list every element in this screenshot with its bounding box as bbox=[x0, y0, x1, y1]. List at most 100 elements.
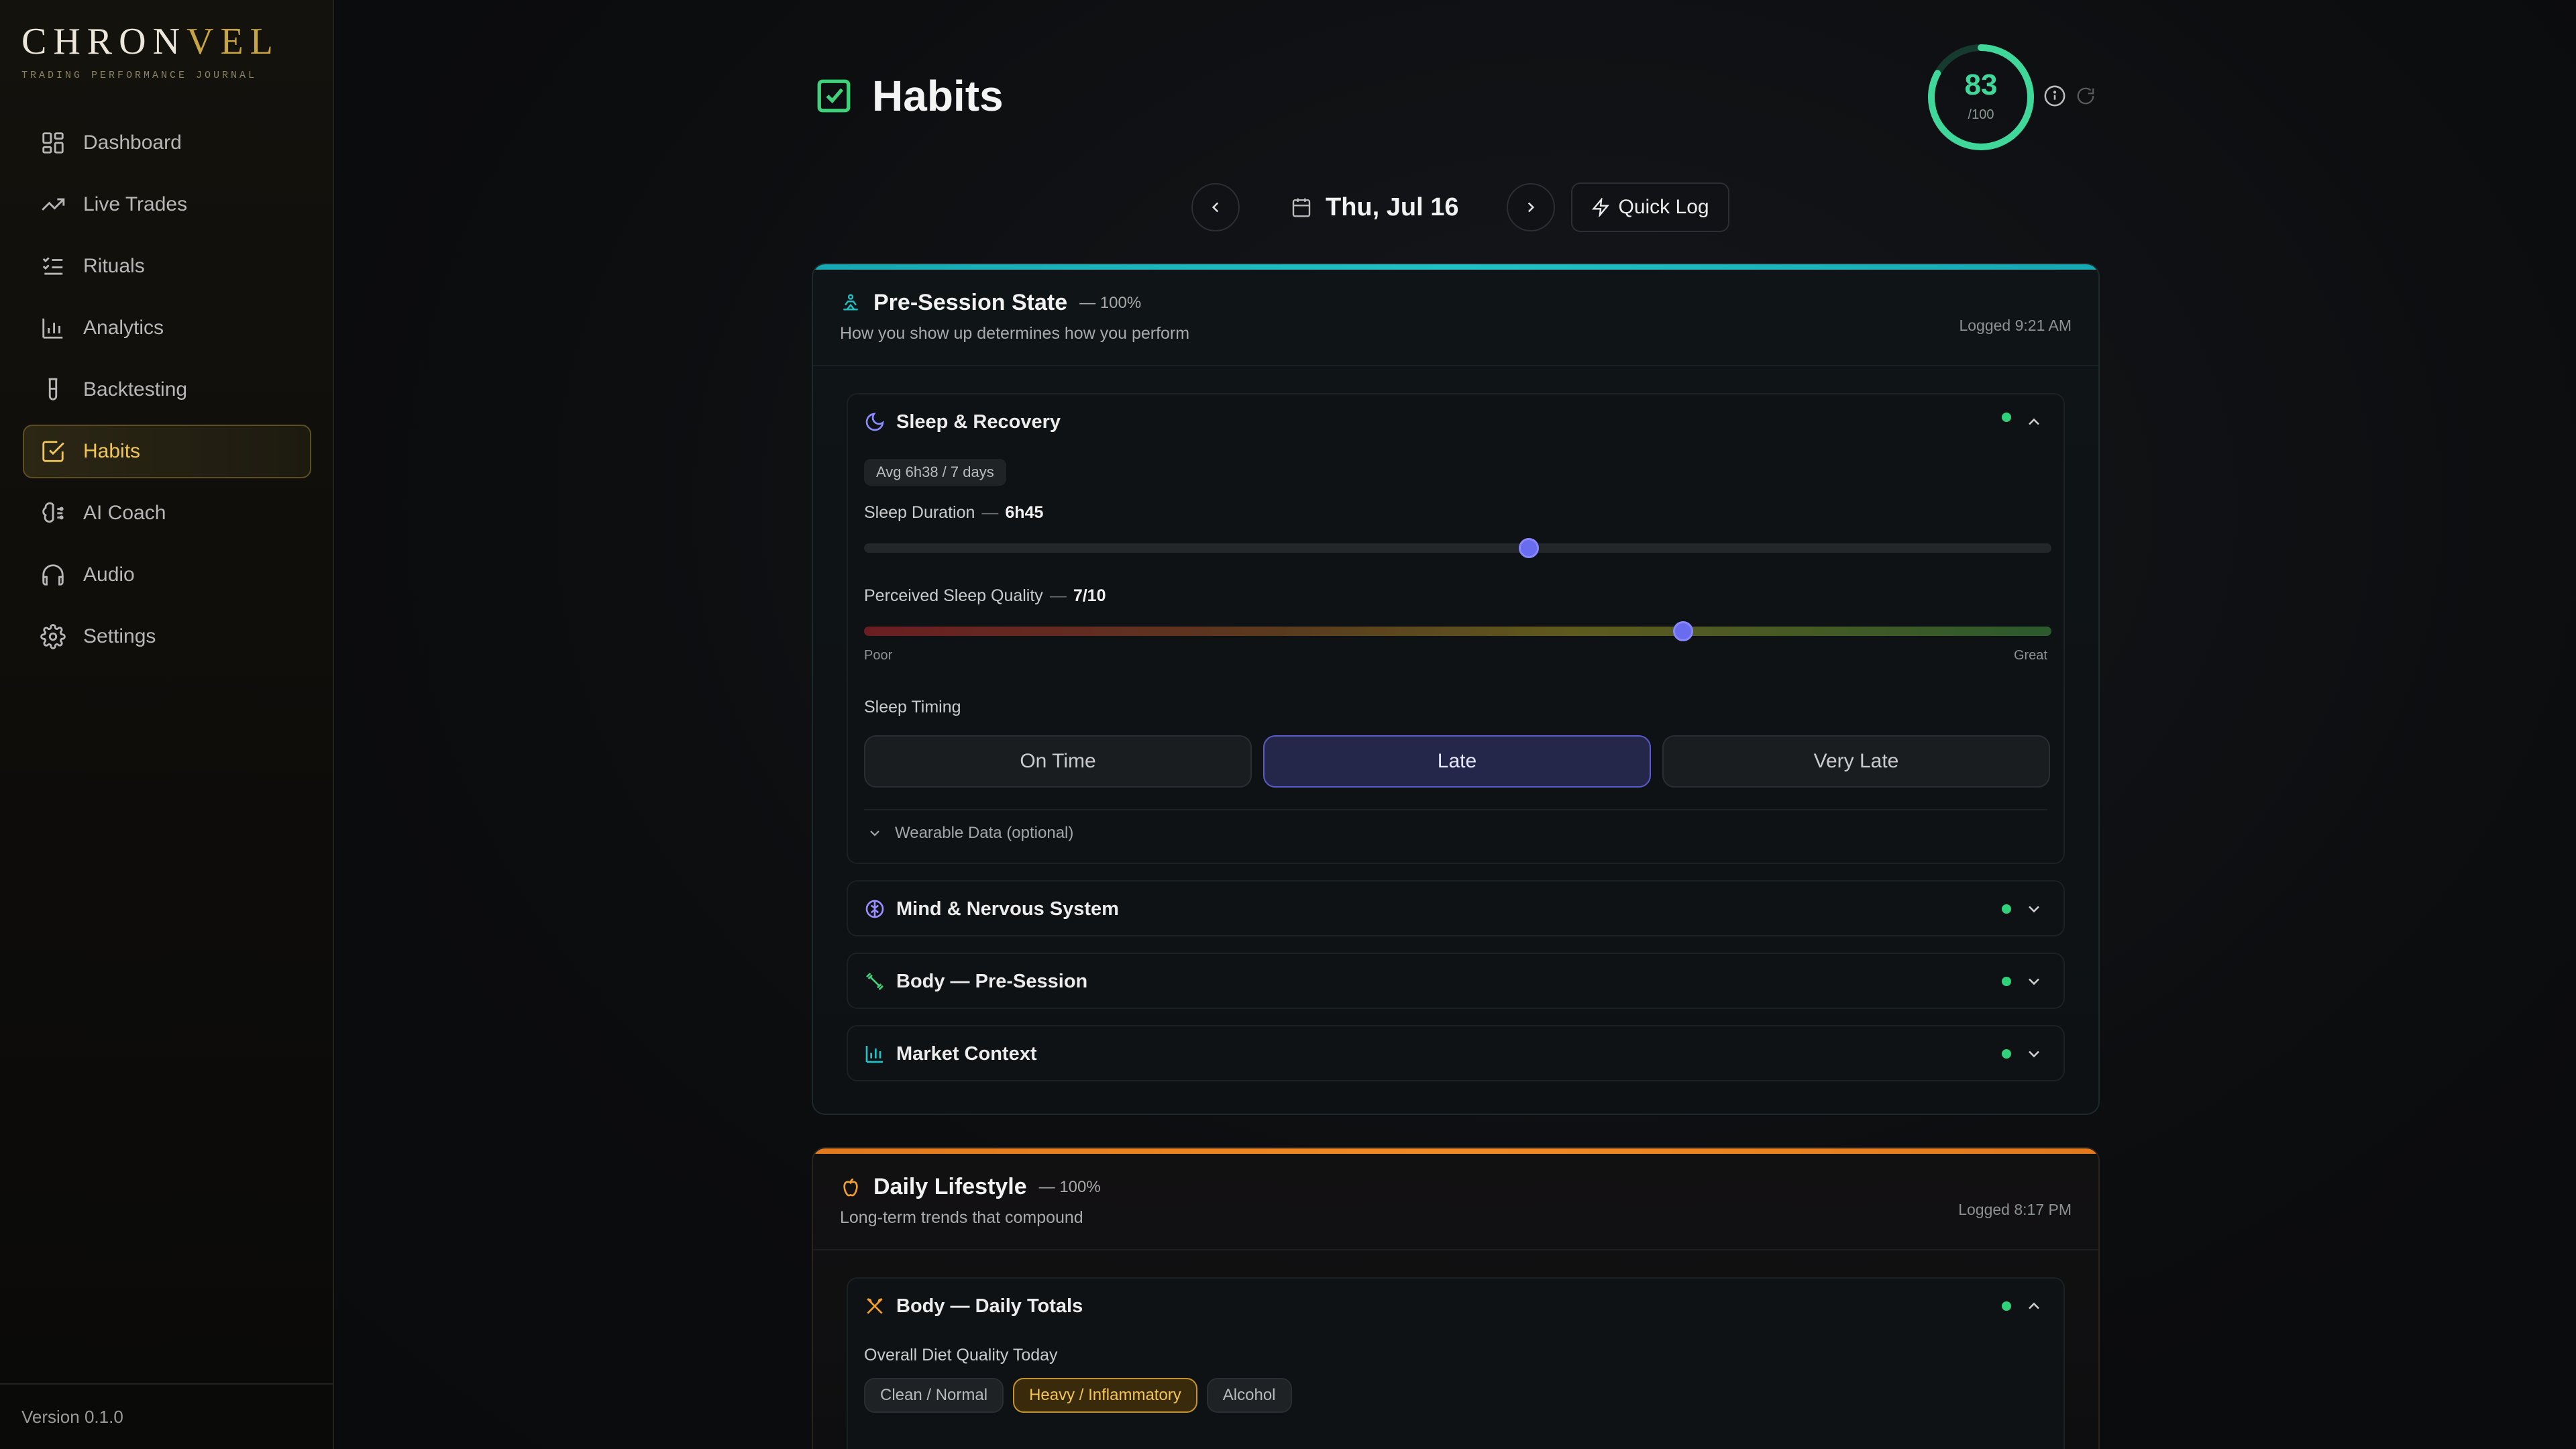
status-dot bbox=[2002, 904, 2011, 914]
sleep-timing-label: Sleep Timing bbox=[864, 698, 961, 716]
sleep-section-header[interactable]: Sleep & Recovery bbox=[848, 394, 2063, 449]
slider-thumb[interactable] bbox=[1519, 538, 1540, 558]
page-title-text: Habits bbox=[872, 72, 1004, 120]
sidebar-item-label: Rituals bbox=[83, 255, 145, 277]
quick-log-button[interactable]: Quick Log bbox=[1571, 182, 1729, 232]
chevron-up-icon[interactable] bbox=[2025, 1297, 2043, 1316]
sidebar-item-habits[interactable]: Habits bbox=[23, 425, 311, 478]
sidebar-item-label: Analytics bbox=[83, 317, 164, 339]
sidebar-item-live-trades[interactable]: Live Trades bbox=[23, 178, 311, 231]
status-dot bbox=[2002, 977, 2011, 986]
wearable-label: Wearable Data (optional) bbox=[895, 824, 1074, 842]
body-pre-session-section[interactable]: Body — Pre-Session bbox=[847, 953, 2065, 1009]
section-title: Sleep & Recovery bbox=[896, 411, 1061, 433]
score-value: 83 bbox=[1964, 68, 1998, 101]
timing-very-late-button[interactable]: Very Late bbox=[1662, 735, 2050, 788]
section-header[interactable]: Mind & Nervous System bbox=[848, 881, 2063, 936]
sleep-quality-label: Perceived Sleep Quality —7/10 bbox=[864, 586, 1106, 605]
sidebar-item-ai-coach[interactable]: AI Coach bbox=[23, 486, 311, 540]
sidebar-item-label: Habits bbox=[83, 440, 141, 462]
sleep-duration-label: Sleep Duration —6h45 bbox=[864, 503, 1044, 522]
sidebar-item-label: AI Coach bbox=[83, 502, 166, 524]
sleep-duration-value: 6h45 bbox=[1005, 503, 1044, 522]
version-label: Version 0.1.0 bbox=[0, 1383, 333, 1449]
bar-chart-icon bbox=[42, 318, 63, 339]
check-square-icon bbox=[817, 79, 851, 113]
sidebar-item-label: Dashboard bbox=[83, 131, 182, 154]
section-header[interactable]: Body — Pre-Session bbox=[848, 954, 2063, 1009]
chevron-right-icon bbox=[1528, 202, 1535, 213]
card-accent-bar bbox=[813, 264, 2098, 270]
refresh-icon[interactable] bbox=[2076, 86, 2096, 106]
sleep-duration-slider[interactable] bbox=[864, 538, 2051, 558]
dashboard-icon bbox=[42, 132, 64, 154]
timing-late-button[interactable]: Late bbox=[1263, 735, 1651, 788]
sidebar-item-analytics[interactable]: Analytics bbox=[23, 301, 311, 355]
score-max: /100 bbox=[1968, 107, 1994, 122]
status-dot bbox=[2002, 413, 2011, 422]
sidebar-item-rituals[interactable]: Rituals bbox=[23, 239, 311, 293]
bar-chart-icon bbox=[865, 1046, 883, 1063]
section-title: Body — Pre-Session bbox=[896, 970, 1088, 992]
sidebar-nav: Dashboard Live Trades Rituals Analytics … bbox=[23, 116, 311, 672]
page-title: Habits bbox=[814, 71, 1004, 121]
sleep-average-badge: Avg 6h38 / 7 days bbox=[864, 459, 1006, 486]
sleep-quality-slider[interactable] bbox=[864, 621, 2051, 641]
body-daily-totals-section: Body — Daily Totals Overall Diet Quality… bbox=[847, 1277, 2065, 1449]
mind-nervous-section[interactable]: Mind & Nervous System bbox=[847, 880, 2065, 936]
status-dot bbox=[2002, 1301, 2011, 1311]
pre-session-card: Pre-Session State — 100% How you show up… bbox=[812, 263, 2100, 1115]
card-subtitle: How you show up determines how you perfo… bbox=[840, 324, 1190, 343]
brand-name: CHRONVEL bbox=[21, 21, 280, 62]
calendar-icon bbox=[1292, 198, 1311, 217]
diet-quality-label: Overall Diet Quality Today bbox=[864, 1346, 1058, 1364]
sidebar-item-settings[interactable]: Settings bbox=[23, 610, 311, 663]
brain-icon bbox=[42, 502, 64, 523]
check-square-icon bbox=[42, 441, 64, 462]
sleep-timing-options: On Time Late Very Late bbox=[864, 735, 2050, 788]
sidebar-item-audio[interactable]: Audio bbox=[23, 548, 311, 602]
date-text: Thu, Jul 16 bbox=[1326, 193, 1459, 221]
sidebar-item-dashboard[interactable]: Dashboard bbox=[23, 116, 311, 170]
sidebar-item-backtesting[interactable]: Backtesting bbox=[23, 363, 311, 417]
wearable-data-toggle[interactable]: Wearable Data (optional) bbox=[864, 809, 2047, 856]
diet-clean-chip[interactable]: Clean / Normal bbox=[864, 1378, 1004, 1413]
sleep-recovery-section: Sleep & Recovery Avg 6h38 / 7 days Sleep… bbox=[847, 393, 2065, 864]
section-header[interactable]: Market Context bbox=[848, 1026, 2063, 1081]
gear-icon bbox=[40, 624, 66, 649]
section-title: Market Context bbox=[896, 1042, 1037, 1065]
sidebar-item-label: Backtesting bbox=[83, 378, 188, 400]
market-context-section[interactable]: Market Context bbox=[847, 1025, 2065, 1081]
brain-circuit-icon bbox=[865, 900, 884, 918]
current-date[interactable]: Thu, Jul 16 bbox=[1291, 193, 1458, 222]
chevron-down-icon[interactable] bbox=[2025, 972, 2043, 991]
info-icon[interactable] bbox=[2043, 85, 2066, 107]
scale-low-label: Poor bbox=[864, 648, 893, 663]
habit-score-ring: 83 /100 bbox=[1924, 40, 2038, 154]
chevron-left-icon bbox=[1212, 202, 1219, 213]
next-day-button[interactable] bbox=[1507, 183, 1556, 231]
sleep-quality-value: 7/10 bbox=[1073, 586, 1106, 605]
chevron-down-icon[interactable] bbox=[2025, 900, 2043, 918]
card-completion: — 100% bbox=[1038, 1177, 1101, 1196]
trend-up-icon bbox=[42, 198, 65, 211]
diet-heavy-chip[interactable]: Heavy / Inflammatory bbox=[1013, 1378, 1197, 1413]
card-accent-bar bbox=[813, 1148, 2098, 1154]
dumbbell-icon bbox=[866, 973, 883, 990]
test-tube-icon bbox=[48, 378, 58, 400]
chevron-up-icon[interactable] bbox=[2025, 413, 2043, 431]
status-dot bbox=[2002, 1049, 2011, 1059]
timing-on-time-button[interactable]: On Time bbox=[864, 735, 1252, 788]
date-navigator: Thu, Jul 16 Quick Log bbox=[1191, 182, 1729, 232]
sidebar-item-label: Audio bbox=[83, 564, 135, 586]
brand-logo[interactable]: CHRONVEL TRADING PERFORMANCE JOURNAL bbox=[21, 23, 280, 81]
sidebar-item-label: Settings bbox=[83, 625, 156, 647]
card-title: Pre-Session State bbox=[873, 290, 1068, 315]
brand-tagline: TRADING PERFORMANCE JOURNAL bbox=[21, 70, 258, 81]
logged-time: Logged 9:21 AM bbox=[1959, 317, 2072, 334]
chevron-down-icon[interactable] bbox=[2025, 1044, 2043, 1063]
slider-thumb[interactable] bbox=[1673, 621, 1694, 641]
prev-day-button[interactable] bbox=[1191, 183, 1240, 231]
section-header[interactable]: Body — Daily Totals bbox=[848, 1279, 2063, 1334]
diet-alcohol-chip[interactable]: Alcohol bbox=[1206, 1378, 1292, 1413]
